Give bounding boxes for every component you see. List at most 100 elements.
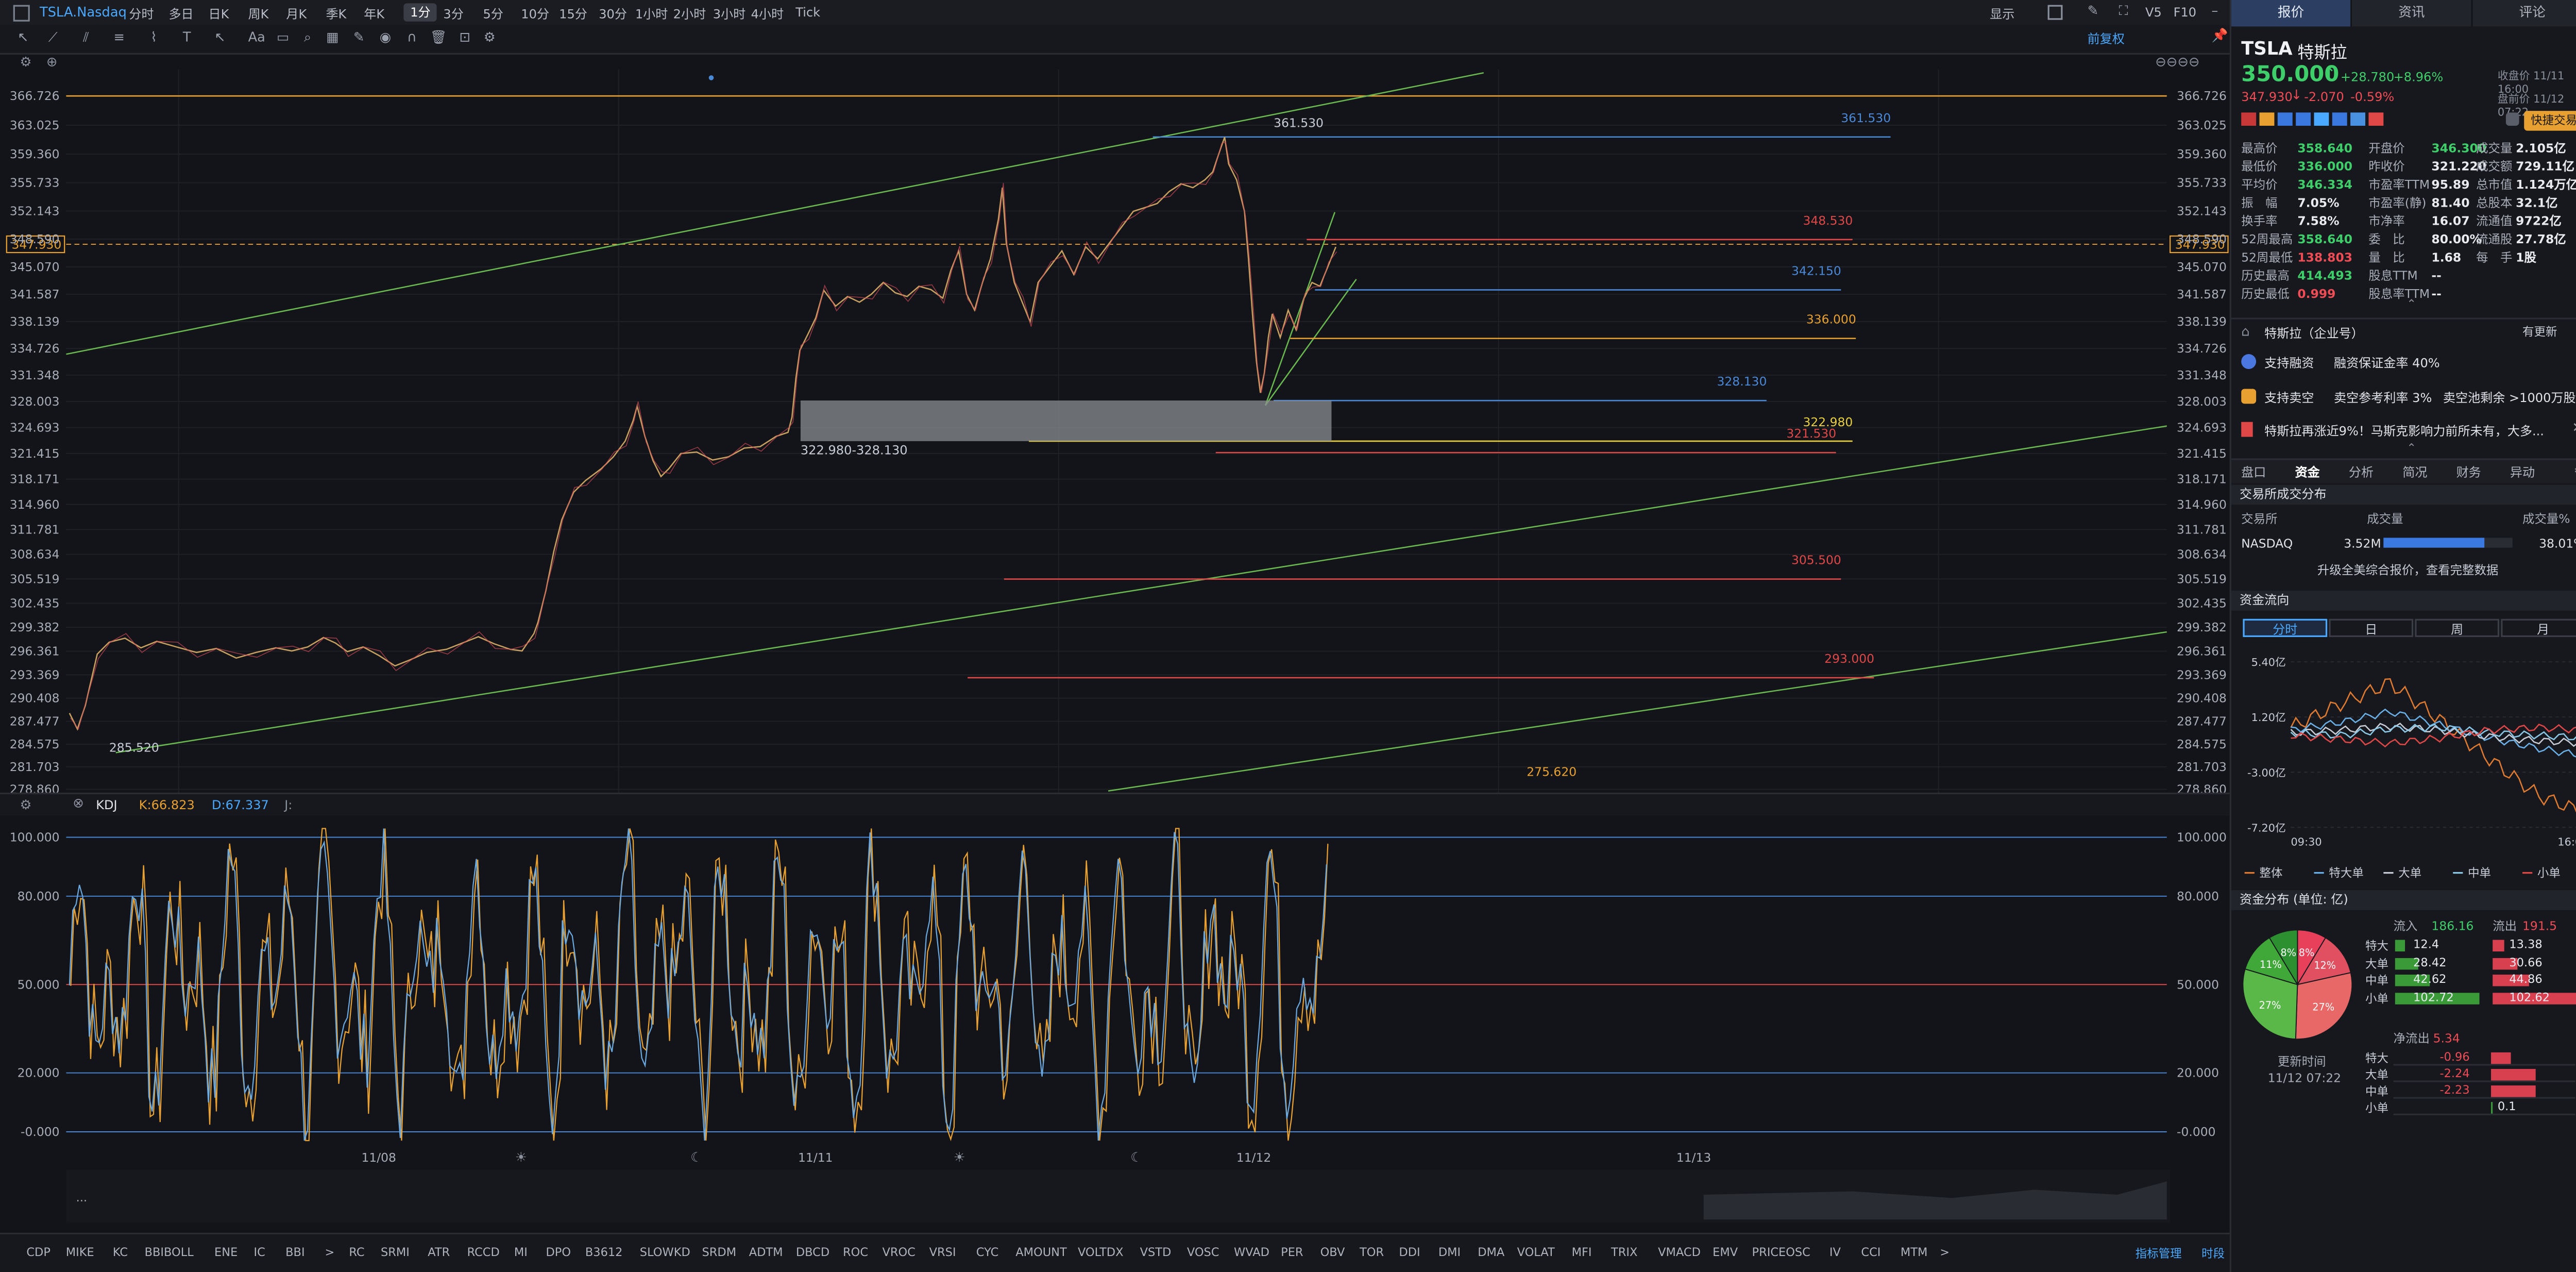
arrow-tool-icon[interactable]: ↖: [212, 30, 228, 46]
indicator-b3612[interactable]: B3612: [585, 1246, 623, 1260]
timeframe-9[interactable]: 5分: [483, 5, 503, 23]
timeframe-14[interactable]: 2小时: [673, 5, 706, 23]
timeframe-6[interactable]: 年K: [364, 5, 384, 23]
indicator->[interactable]: >: [325, 1246, 335, 1260]
kdj-name[interactable]: KDJ: [96, 797, 117, 812]
indicator-ene[interactable]: ENE: [214, 1246, 238, 1260]
brush-icon[interactable]: ✎: [351, 30, 367, 46]
indicator-vmacd[interactable]: VMACD: [1658, 1246, 1701, 1260]
tab-comments[interactable]: 评论: [2472, 0, 2576, 27]
pin-icon[interactable]: 📌: [2211, 28, 2228, 43]
indicator-slowkd[interactable]: SLOWKD: [640, 1246, 690, 1260]
indicator-wvad[interactable]: WVAD: [1234, 1246, 1269, 1260]
indicator-trix[interactable]: TRIX: [1611, 1246, 1637, 1260]
chart-add-icon[interactable]: ⊕: [46, 55, 58, 70]
chart-settings-icon[interactable]: ⚙: [20, 55, 32, 70]
indicator-voltdx[interactable]: VOLTDX: [1078, 1246, 1124, 1260]
quick-trade-button[interactable]: 快捷交易: [2524, 111, 2576, 131]
timeframe-2[interactable]: 日K: [209, 5, 229, 23]
timeframe-13[interactable]: 1小时: [635, 5, 668, 23]
indicator-roc[interactable]: ROC: [843, 1246, 868, 1260]
indicator-mtm[interactable]: MTM: [1901, 1246, 1928, 1260]
close-icon[interactable]: ✕: [2572, 420, 2576, 435]
indicator-dpo[interactable]: DPO: [546, 1246, 571, 1260]
flow-tab-3[interactable]: 月: [2501, 618, 2576, 638]
subtab-2[interactable]: 分析: [2349, 463, 2374, 481]
indicator-mi[interactable]: MI: [514, 1246, 528, 1260]
timeframe-12[interactable]: 30分: [599, 5, 627, 23]
kdj-close-icon[interactable]: ⊗: [73, 796, 84, 811]
indicator->[interactable]: >: [1940, 1246, 1950, 1260]
fullscreen-icon[interactable]: ⛶: [2119, 3, 2128, 20]
subtab-settings-icon[interactable]: ⚙: [2574, 463, 2576, 478]
v5-button[interactable]: V5: [2145, 5, 2162, 20]
kdj-settings-icon[interactable]: ⚙: [20, 797, 32, 812]
settings-icon[interactable]: ⚙: [481, 30, 498, 46]
subtab-1[interactable]: 资金: [2295, 463, 2320, 481]
timeframe-15[interactable]: 3小时: [713, 5, 746, 23]
indicator-bbiboll[interactable]: BBIBOLL: [145, 1246, 194, 1260]
timeslot-button[interactable]: 时段: [2201, 1246, 2225, 1263]
indicator-dma[interactable]: DMA: [1478, 1246, 1504, 1260]
indicator-kc[interactable]: KC: [113, 1246, 128, 1260]
indicator-mfi[interactable]: MFI: [1572, 1246, 1592, 1260]
timeframe-17[interactable]: Tick: [795, 5, 820, 20]
timeframe-7[interactable]: 1分: [403, 3, 437, 22]
indicator-atr[interactable]: ATR: [428, 1246, 450, 1260]
pattern-tool-icon[interactable]: ⌇: [146, 30, 162, 46]
measure-icon[interactable]: ▦: [324, 30, 341, 46]
tab-news[interactable]: 资讯: [2352, 0, 2473, 27]
timeframe-1[interactable]: 多日: [168, 5, 193, 23]
indicator-adtm[interactable]: ADTM: [749, 1246, 783, 1260]
subtab-3[interactable]: 简况: [2402, 463, 2427, 481]
indicator-vosc[interactable]: VOSC: [1187, 1246, 1219, 1260]
indicator-amount[interactable]: AMOUNT: [1015, 1246, 1066, 1260]
indicator-cyc[interactable]: CYC: [976, 1246, 998, 1260]
tab-quote[interactable]: 报价: [2231, 0, 2352, 27]
indicator-dbcd[interactable]: DBCD: [796, 1246, 829, 1260]
indicator-bbi[interactable]: BBI: [285, 1246, 304, 1260]
indicator-per[interactable]: PER: [1281, 1246, 1303, 1260]
indicator-vroc[interactable]: VROC: [882, 1246, 915, 1260]
text-tool-icon[interactable]: T: [179, 30, 195, 46]
indicator-vrsi[interactable]: VRSI: [929, 1246, 956, 1260]
company-row[interactable]: ⌂ 特斯拉（企业号） 有更新 ›: [2231, 317, 2576, 344]
layout-icon[interactable]: [13, 5, 30, 22]
flow-tab-2[interactable]: 周: [2415, 618, 2500, 638]
indicator-manage[interactable]: 指标管理: [2136, 1246, 2182, 1263]
indicator-mike[interactable]: MIKE: [66, 1246, 94, 1260]
indicator-ddi[interactable]: DDI: [1399, 1246, 1420, 1260]
timeframe-4[interactable]: 月K: [286, 5, 307, 23]
cursor-icon[interactable]: ↖: [15, 30, 31, 46]
upgrade-link[interactable]: 升级全美综合报价，查看完整数据: [2317, 563, 2498, 579]
subtab-4[interactable]: 财务: [2456, 463, 2481, 481]
search-icon[interactable]: ⌕: [299, 30, 316, 46]
indicator-srmi[interactable]: SRMI: [381, 1246, 410, 1260]
indicator-priceosc[interactable]: PRICEOSC: [1752, 1246, 1810, 1260]
indicator-ic[interactable]: IC: [253, 1246, 265, 1260]
indicator-cci[interactable]: CCI: [1861, 1246, 1880, 1260]
restore-dropdown[interactable]: 前复权: [2088, 30, 2125, 48]
magnet-icon[interactable]: ∩: [403, 30, 420, 46]
indicator-cdp[interactable]: CDP: [26, 1246, 50, 1260]
indicator-srdm[interactable]: SRDM: [702, 1246, 737, 1260]
indicator-rccd[interactable]: RCCD: [467, 1246, 500, 1260]
symbol-label[interactable]: TSLA.Nasdaq: [40, 5, 127, 20]
f10-button[interactable]: F10: [2174, 5, 2196, 20]
indicator-dmi[interactable]: DMI: [1438, 1246, 1461, 1260]
eye-icon[interactable]: ◉: [377, 30, 394, 46]
flow-tab-0[interactable]: 分时: [2243, 618, 2328, 638]
subtab-5[interactable]: 异动: [2510, 463, 2535, 481]
indicator-vstd[interactable]: VSTD: [1140, 1246, 1172, 1260]
trash-icon[interactable]: 🗑: [430, 30, 447, 46]
timeframe-8[interactable]: 3分: [443, 5, 463, 23]
display-menu[interactable]: 显示: [1990, 5, 2014, 23]
collapse-icon[interactable]: ⌃: [2406, 298, 2416, 311]
trade-icon[interactable]: [2505, 112, 2519, 126]
note-icon[interactable]: ▭: [275, 30, 291, 46]
timeframe-0[interactable]: 分时: [129, 5, 154, 23]
indicator-rc[interactable]: RC: [349, 1246, 364, 1260]
timeframe-11[interactable]: 15分: [559, 5, 587, 23]
checkbox-icon[interactable]: [2047, 5, 2063, 20]
news-row[interactable]: 特斯拉再涨近9%！马斯克影响力前所未有，大多... ✕: [2231, 417, 2576, 442]
